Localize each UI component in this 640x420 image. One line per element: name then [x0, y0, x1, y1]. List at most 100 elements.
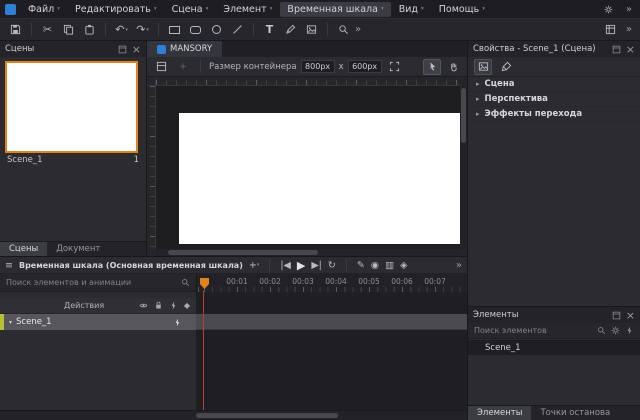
chevron-right-icon: ▸: [476, 95, 480, 103]
app-icon: [5, 4, 16, 15]
flash-column-icon[interactable]: [169, 301, 178, 310]
cut-button[interactable]: ✂: [38, 21, 57, 38]
image-properties-icon[interactable]: [474, 59, 492, 75]
tab-document[interactable]: Документ: [47, 242, 109, 256]
canvas-horizontal-scrollbar[interactable]: [156, 249, 460, 256]
menu-timeline[interactable]: Временная шкала▾: [280, 2, 390, 17]
image-tool-button[interactable]: [302, 21, 321, 38]
gear-icon[interactable]: [611, 326, 620, 335]
rectangle-tool-button[interactable]: [165, 21, 184, 38]
record-icon[interactable]: ◉: [371, 260, 379, 271]
canvas-vertical-scrollbar[interactable]: [460, 86, 467, 249]
timeline-ruler[interactable]: 00:01 00:02 00:03 00:04 00:05 00:06 00:0…: [196, 274, 467, 292]
dock-panel-icon[interactable]: [612, 311, 621, 320]
redo-button[interactable]: ↷▾: [133, 21, 152, 38]
go-to-end-button[interactable]: ▶|: [311, 260, 322, 271]
section-scene[interactable]: ▸ Сцена: [468, 77, 640, 92]
menu-edit[interactable]: Редактировать▾: [68, 2, 164, 17]
dock-panel-icon[interactable]: [118, 45, 127, 54]
menu-view[interactable]: Вид▾: [392, 2, 431, 17]
menu-element[interactable]: Элемент▾: [216, 2, 279, 17]
scene-thumbnail-number: 1: [134, 155, 139, 165]
search-icon[interactable]: [181, 278, 190, 287]
text-tool-button[interactable]: T: [260, 21, 279, 38]
timeline-search-field[interactable]: Поиск элементов и анимации: [0, 274, 196, 292]
timeline-horizontal-scrollbar[interactable]: [0, 410, 467, 420]
rounded-rectangle-tool-button[interactable]: [186, 21, 205, 38]
hand-tool-button[interactable]: [444, 59, 462, 75]
divider: [327, 23, 328, 36]
scenes-panel-header: Сцены ×: [0, 41, 146, 57]
tab-breakpoints[interactable]: Точки останова: [531, 406, 619, 420]
elements-search-field[interactable]: Поиск элементов: [468, 323, 640, 339]
expand-caret-icon[interactable]: ▾: [9, 319, 12, 326]
scrollbar-thumb[interactable]: [196, 413, 338, 418]
toolbar-right-overflow-icon[interactable]: »: [626, 24, 632, 35]
add-icon[interactable]: +: [174, 59, 192, 75]
play-button[interactable]: ▶: [297, 259, 305, 272]
undo-button[interactable]: ↶▾: [112, 21, 131, 38]
artboard[interactable]: [179, 113, 460, 244]
timeline-overflow-icon[interactable]: »: [456, 260, 462, 271]
flash-icon[interactable]: [625, 326, 634, 335]
close-icon[interactable]: ×: [626, 44, 635, 55]
edit-animation-icon[interactable]: ✎: [357, 260, 365, 271]
menu-file[interactable]: Файл▾: [21, 2, 67, 17]
element-list-item[interactable]: Scene_1: [468, 340, 640, 355]
add-keyframe-icon[interactable]: ◈: [400, 260, 407, 271]
add-animation-button[interactable]: +▾: [249, 260, 259, 271]
scenes-panel-title: Сцены: [5, 44, 34, 54]
elements-panel-header: Элементы ×: [468, 307, 640, 323]
go-to-start-button[interactable]: |◀: [280, 260, 291, 271]
scene-settings-icon[interactable]: [152, 59, 170, 75]
line-tool-button[interactable]: [228, 21, 247, 38]
scrollbar-thumb[interactable]: [461, 88, 466, 143]
lock-column-icon[interactable]: [154, 301, 163, 310]
ellipse-tool-button[interactable]: [207, 21, 226, 38]
chevron-down-icon: ▾: [421, 6, 424, 12]
document-tab[interactable]: MANSORY: [147, 41, 222, 57]
menubar-overflow-icon[interactable]: »: [626, 4, 632, 15]
chevron-down-icon: ▾: [146, 27, 149, 33]
panel-menu-icon[interactable]: ≡: [5, 260, 13, 271]
flash-icon[interactable]: [173, 318, 182, 327]
canvas-width-input[interactable]: [301, 60, 335, 73]
pen-tool-button[interactable]: [281, 21, 300, 38]
tab-scenes[interactable]: Сцены: [0, 242, 47, 256]
zoom-tool-button[interactable]: [334, 21, 353, 38]
layout-icon[interactable]: [601, 21, 620, 38]
toolbar-overflow-icon[interactable]: »: [355, 24, 361, 35]
copy-button[interactable]: [59, 21, 78, 38]
chevron-right-icon: ▸: [476, 110, 480, 118]
rounded-rectangle-icon: [190, 26, 201, 34]
playhead-marker[interactable]: [200, 278, 209, 289]
loop-button[interactable]: ↻: [328, 260, 336, 271]
divider: [200, 60, 201, 73]
visibility-column-icon[interactable]: [139, 301, 148, 310]
search-icon[interactable]: [597, 326, 606, 335]
brush-properties-icon[interactable]: [497, 59, 515, 75]
scrollbar-thumb[interactable]: [168, 250, 318, 255]
menu-help[interactable]: Помощь▾: [432, 2, 492, 17]
snap-icon[interactable]: ▥: [385, 260, 394, 271]
pointer-tool-button[interactable]: [423, 59, 441, 75]
fit-canvas-icon[interactable]: [386, 59, 404, 75]
close-icon[interactable]: ×: [132, 44, 141, 55]
paste-button[interactable]: [80, 21, 99, 38]
chevron-down-icon: ▾: [206, 6, 209, 12]
canvas-height-input[interactable]: [348, 60, 382, 73]
timeline-row[interactable]: ▾ Scene_1: [0, 314, 196, 330]
section-perspective-label: Перспектива: [485, 94, 548, 104]
save-button[interactable]: [6, 21, 25, 38]
properties-panel: Свойства - Scene_1 (Сцена) × ▸ Сцена ▸ П…: [468, 41, 640, 306]
scene-thumbnail[interactable]: [5, 61, 138, 153]
settings-gear-icon[interactable]: [599, 1, 618, 18]
section-perspective[interactable]: ▸ Перспектива: [468, 92, 640, 107]
timeline-row-track[interactable]: [196, 314, 467, 330]
close-icon[interactable]: ×: [626, 310, 635, 321]
keyframe-column-icon[interactable]: ◆: [184, 301, 190, 310]
dock-panel-icon[interactable]: [612, 45, 621, 54]
section-transition-effects[interactable]: ▸ Эффекты перехода: [468, 107, 640, 122]
menu-scene[interactable]: Сцена▾: [165, 2, 216, 17]
tab-elements[interactable]: Элементы: [468, 406, 531, 420]
